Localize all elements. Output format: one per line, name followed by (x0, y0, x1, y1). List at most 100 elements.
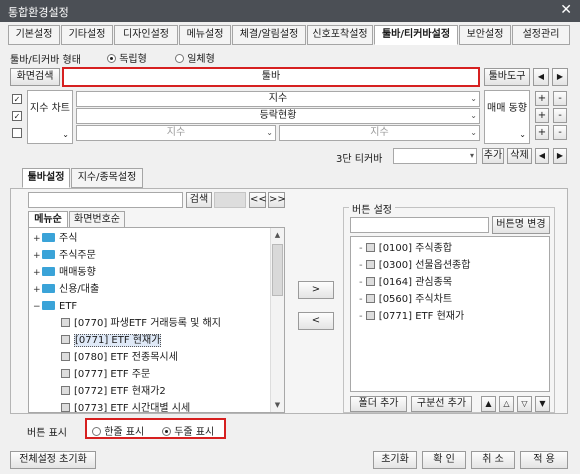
tree-item[interactable]: [0777] ETF 주문 (33, 366, 284, 383)
tab-security[interactable]: 보안설정 (459, 25, 511, 45)
tab-toolbar[interactable]: 툴바/티커바설정 (374, 25, 458, 45)
ticker3-label: 3단 티커바 (336, 154, 383, 165)
index-chart-group[interactable]: 지수 차트 ⌄ (27, 90, 73, 144)
button-name-input[interactable] (350, 217, 489, 233)
tab-screen-number-order[interactable]: 화면번호순 (69, 211, 125, 228)
button-list-item[interactable]: - [0100] 주식종합 (359, 240, 549, 257)
chevron-down-icon: ⌄ (470, 128, 477, 137)
screen-icon (365, 277, 375, 286)
radio-two-line[interactable]: 두줄 표시 (162, 423, 214, 438)
tree-folder[interactable]: + 주식 (33, 230, 284, 247)
chevron-down-icon: ⌄ (470, 111, 477, 120)
tab-signal[interactable]: 신호포착설정 (307, 25, 373, 45)
scroll-up-icon[interactable]: ▲ (271, 228, 284, 242)
ticker-row2-combo[interactable]: 등락현황 ⌄ (76, 108, 480, 124)
prev-result-button[interactable]: << (249, 192, 267, 208)
apply-button[interactable]: 적 용 (520, 451, 568, 469)
move-bottom-icon[interactable]: ▼ (535, 396, 550, 412)
rename-button[interactable]: 버튼명 변경 (492, 216, 550, 234)
move-right-button[interactable]: > (298, 281, 334, 299)
next-arrow-icon[interactable]: ▶ (552, 68, 568, 86)
button-list-item[interactable]: - [0300] 선물옵션종합 (359, 257, 549, 274)
tree-folder[interactable]: + 주식주문 (33, 247, 284, 264)
subtab-index[interactable]: 지수/종목설정 (71, 168, 143, 188)
button-list-item[interactable]: - [0560] 주식차트 (359, 291, 549, 308)
tree-folder[interactable]: + 매매동향 (33, 264, 284, 281)
scroll-thumb[interactable] (272, 244, 283, 296)
add-ticker2-button[interactable]: + (535, 108, 549, 123)
prev-arrow-icon[interactable]: ◀ (533, 68, 549, 86)
tree-folder[interactable]: + 신용/대출 (33, 281, 284, 298)
tree-item[interactable]: [0771] ETF 현재가 (33, 332, 284, 349)
next-arrow-icon[interactable]: ▶ (553, 148, 567, 164)
expand-icon[interactable]: + (33, 231, 42, 248)
move-top-icon[interactable]: ▲ (481, 396, 496, 412)
reset-button[interactable]: 초기화 (373, 451, 417, 469)
tree-item[interactable]: [0780] ETF 전종목시세 (33, 349, 284, 366)
add-ticker3-button[interactable]: + (535, 125, 549, 140)
tree-folder[interactable]: − ETF (33, 298, 284, 315)
tree-line-icon: - (359, 277, 366, 288)
menu-tree[interactable]: + 주식 + 주식주문 + 매매동향 + 신용/대출 − ETF [0770] 파생ETF 거래등록… (28, 227, 285, 413)
tab-menu[interactable]: 메뉴설정 (179, 25, 231, 45)
radio-standalone-label: 독립형 (119, 54, 147, 65)
move-down-icon[interactable]: ▽ (517, 396, 532, 412)
tab-alert[interactable]: 체결/알림설정 (232, 25, 306, 45)
ok-button[interactable]: 확 인 (422, 451, 466, 469)
tree-scrollbar[interactable]: ▲ ▼ (270, 228, 284, 412)
toolbar-tools-button[interactable]: 툴바도구 (484, 68, 530, 86)
cancel-button[interactable]: 취 소 (471, 451, 515, 469)
screen-icon (61, 335, 70, 344)
move-left-button[interactable]: < (298, 312, 334, 330)
radio-integrated[interactable]: 일체형 (175, 50, 215, 65)
tree-item[interactable]: [0772] ETF 현재가2 (33, 383, 284, 400)
radio-standalone[interactable]: 독립형 (107, 50, 147, 65)
ticker-row1-combo[interactable]: 지수 ⌄ (76, 91, 480, 107)
subtab-toolbar[interactable]: 툴바설정 (22, 168, 70, 188)
tab-menu-order[interactable]: 메뉴순 (28, 211, 68, 228)
radio-one-line[interactable]: 한줄 표시 (92, 423, 144, 438)
screen-icon (365, 243, 375, 252)
button-list-item[interactable]: - [0771] ETF 현재가 (359, 308, 549, 325)
tree-item[interactable]: [0770] 파생ETF 거래등록 및 해지 (33, 315, 284, 332)
add-folder-button[interactable]: 폴더 추가 (350, 396, 407, 412)
remove-ticker2-button[interactable]: - (553, 108, 567, 123)
tab-manage[interactable]: 설정관리 (512, 25, 570, 45)
button-list-item[interactable]: - [0164] 관심종목 (359, 274, 549, 291)
button-list-item-label: [0300] 선물옵션종합 (378, 260, 471, 271)
ticker1-checkbox[interactable]: ✓ (12, 94, 22, 104)
tree-item[interactable]: [0773] ETF 시간대별 시세 (33, 400, 284, 412)
remove-ticker3-button[interactable]: - (553, 125, 567, 140)
trade-trend-group[interactable]: 매매 동향 ⌄ (484, 90, 530, 144)
ticker2-checkbox[interactable]: ✓ (12, 111, 22, 121)
collapse-icon[interactable]: − (33, 299, 42, 316)
ticker3-combo[interactable]: ▾ (393, 148, 477, 164)
ticker3-checkbox[interactable] (12, 128, 22, 138)
expand-icon[interactable]: + (33, 248, 42, 265)
close-icon[interactable]: ✕ (560, 2, 572, 18)
ticker3-delete-button[interactable]: 삭제 (507, 148, 532, 164)
tab-basic[interactable]: 기본설정 (8, 25, 60, 45)
expand-icon[interactable]: + (33, 282, 42, 299)
add-ticker1-button[interactable]: + (535, 91, 549, 106)
tab-design[interactable]: 디자인설정 (114, 25, 178, 45)
folder-icon (42, 267, 55, 276)
prev-arrow-icon[interactable]: ◀ (535, 148, 549, 164)
expand-icon[interactable]: + (33, 265, 42, 282)
search-button[interactable]: 검색 (186, 192, 212, 208)
remove-ticker1-button[interactable]: - (553, 91, 567, 106)
toolbar-preview[interactable]: 툴바 (62, 67, 480, 87)
menu-search-input[interactable] (28, 192, 183, 208)
ticker-row3b-combo[interactable]: 지수 ⌄ (279, 125, 480, 141)
add-separator-button[interactable]: 구분선 추가 (411, 396, 472, 412)
button-settings-label: 버튼 설정 (349, 201, 395, 216)
next-result-button[interactable]: >> (268, 192, 286, 208)
move-up-icon[interactable]: △ (499, 396, 514, 412)
reset-all-button[interactable]: 전체설정 초기화 (10, 451, 96, 469)
ticker3-add-button[interactable]: 추가 (482, 148, 504, 164)
scroll-down-icon[interactable]: ▼ (271, 398, 284, 412)
ticker-row3a-combo[interactable]: 지수 ⌄ (76, 125, 276, 141)
tab-etc[interactable]: 기타설정 (61, 25, 113, 45)
button-list[interactable]: - [0100] 주식종합 - [0300] 선물옵션종합 - [0164] 관심종… (350, 236, 550, 392)
screen-search-button[interactable]: 화면검색 (10, 68, 60, 86)
